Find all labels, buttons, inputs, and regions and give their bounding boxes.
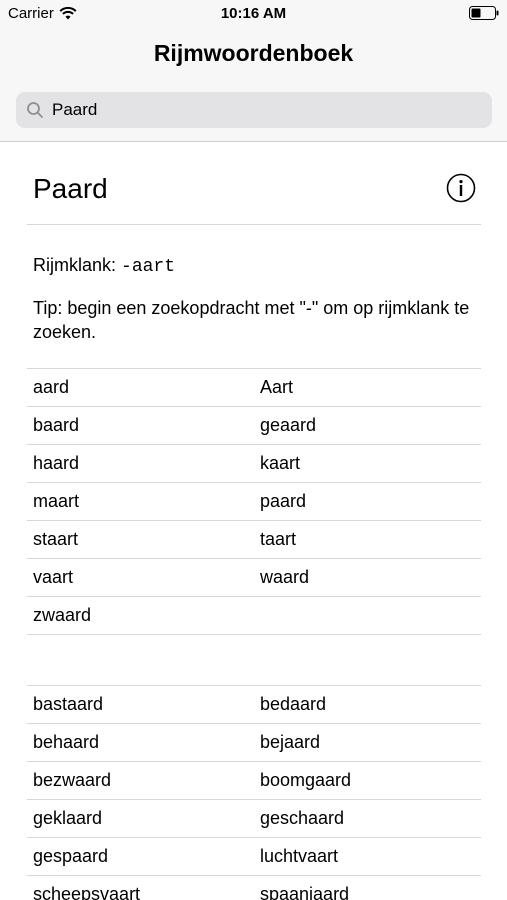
word-row: bezwaard boomgaard (27, 762, 481, 800)
status-bar: Carrier 10:16 AM (0, 0, 507, 28)
battery-icon (469, 6, 499, 20)
word-row: aard Aart (27, 369, 481, 407)
rhyme-word[interactable]: staart (27, 529, 254, 550)
rhyme-word[interactable]: bezwaard (27, 770, 254, 791)
word-row: haard kaart (27, 445, 481, 483)
rhyme-word[interactable]: haard (27, 453, 254, 474)
rhyme-word[interactable]: kaart (254, 453, 481, 474)
rhyme-word[interactable]: bedaard (254, 694, 481, 715)
word-row: baard geaard (27, 407, 481, 445)
rhyme-word[interactable]: bastaard (27, 694, 254, 715)
rhyme-word[interactable]: boomgaard (254, 770, 481, 791)
word-row: behaard bejaard (27, 724, 481, 762)
search-icon (27, 102, 43, 118)
rhyme-word[interactable]: geklaard (27, 808, 254, 829)
status-time: 10:16 AM (220, 5, 287, 22)
word-row: scheepsvaart spaanjaard (27, 876, 481, 900)
rhyme-list-secondary: bastaard bedaard behaard bejaard bezwaard boo… (27, 685, 481, 900)
rhyme-list-primary: aard Aart baard geaard haard kaart maart paard s… (27, 368, 481, 635)
rhyme-word[interactable]: gespaard (27, 846, 254, 867)
word-row: bastaard bedaard (27, 686, 481, 724)
word-row: geklaard geschaard (27, 800, 481, 838)
navigation-bar: Rijmwoordenboek (0, 28, 507, 142)
rhyme-word[interactable]: paard (254, 491, 481, 512)
word-header: Paard (27, 143, 481, 225)
rhyme-word[interactable]: taart (254, 529, 481, 550)
search-tip: Tip: begin een zoekopdracht met "-" om o… (33, 298, 470, 342)
search-input[interactable] (52, 100, 472, 120)
rhyme-word[interactable]: zwaard (27, 605, 254, 626)
rhyme-sound: Rijmklank: -aart (33, 255, 507, 277)
rhyme-word[interactable]: vaart (27, 567, 254, 588)
rhyme-word[interactable]: spaanjaard (254, 884, 481, 900)
main-content: Paard Rijmklank: -aart Tip: begin een zo… (0, 143, 507, 900)
word-row: zwaard (27, 597, 481, 635)
page-title: Rijmwoordenboek (153, 40, 354, 66)
rhyme-word[interactable]: maart (27, 491, 254, 512)
rhyme-word[interactable]: waard (254, 567, 481, 588)
rhyme-word[interactable]: Aart (254, 377, 481, 398)
rhyme-word[interactable]: luchtvaart (254, 846, 481, 867)
rhyme-word[interactable]: aard (27, 377, 254, 398)
word-row: staart taart (27, 521, 481, 559)
rhyme-word[interactable]: geaard (254, 415, 481, 436)
rhyme-word[interactable]: scheepsvaart (27, 884, 254, 900)
rhyme-word[interactable]: geschaard (254, 808, 481, 829)
word-row: gespaard luchtvaart (27, 838, 481, 876)
search-bar[interactable] (16, 92, 492, 128)
info-icon[interactable] (446, 173, 476, 203)
rhyme-value: -aart (121, 257, 176, 277)
rhyme-label: Rijmklank: (33, 255, 117, 275)
rhyme-word[interactable]: baard (27, 415, 254, 436)
word-row: maart paard (27, 483, 481, 521)
word-row: vaart waard (27, 559, 481, 597)
rhyme-word[interactable]: bejaard (254, 732, 481, 753)
word-title: Paard (33, 173, 108, 204)
rhyme-word[interactable]: behaard (27, 732, 254, 753)
